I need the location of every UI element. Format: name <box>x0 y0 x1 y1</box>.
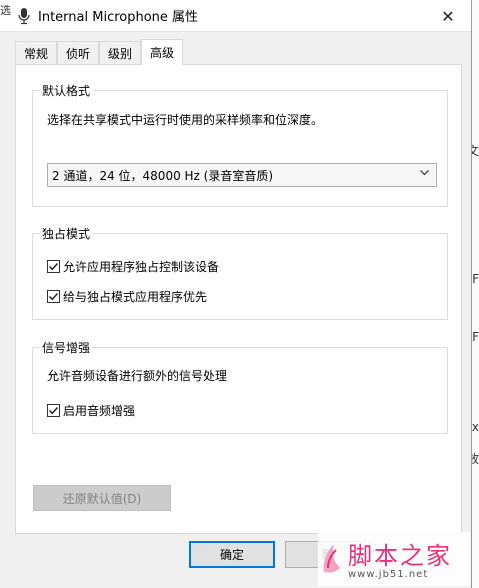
exclusive-priority-label[interactable]: 给与独占模式应用程序优先 <box>63 288 207 305</box>
ok-button[interactable]: 确定 <box>189 541 275 568</box>
exclusive-mode-group: 独占模式 允许应用程序独占控制该设备 给与独占模式应用程序优先 <box>32 225 448 320</box>
window-title: Internal Microphone 属性 <box>38 10 199 25</box>
sample-rate-selected-value: 2 通道，24 位，48000 Hz (录音室音质) <box>52 168 274 183</box>
sample-rate-dropdown[interactable]: 2 通道，24 位，48000 Hz (录音室音质) <box>47 163 437 187</box>
close-icon[interactable]: ✕ <box>437 6 459 26</box>
watermark-logo-icon <box>320 538 346 581</box>
tab-bar: 常规 侦听 级别 高级 <box>15 39 184 65</box>
enable-audio-enhancement-label[interactable]: 启用音频增强 <box>63 402 135 419</box>
watermark-title: 脚本之家 <box>348 542 452 570</box>
default-format-legend: 默认格式 <box>39 82 94 99</box>
default-format-description: 选择在共享模式中运行时使用的采样频率和位深度。 <box>47 113 324 127</box>
signal-enhancement-description: 允许音频设备进行额外的信号处理 <box>47 369 228 383</box>
background-text-fragment: x <box>471 420 479 434</box>
signal-enhancement-group: 信号增强 允许音频设备进行额外的信号处理 启用音频增强 <box>32 339 448 434</box>
properties-dialog: 选 Internal Microphone 属性 ✕ 常规 侦听 级别 高级 默… <box>0 0 472 588</box>
watermark-url: www.jb51.net <box>348 569 429 580</box>
exclusive-priority-option[interactable]: 给与独占模式应用程序优先 <box>47 288 207 305</box>
background-text-fragment: F <box>472 330 479 344</box>
default-format-group: 默认格式 选择在共享模式中运行时使用的采样频率和位深度。 2 通道，24 位，4… <box>32 82 448 207</box>
tab-listen[interactable]: 侦听 <box>57 41 100 65</box>
advanced-tab-panel: 默认格式 选择在共享模式中运行时使用的采样频率和位深度。 2 通道，24 位，4… <box>15 64 462 534</box>
exclusive-priority-checkbox[interactable] <box>47 290 60 303</box>
allow-exclusive-control-option[interactable]: 允许应用程序独占控制该设备 <box>47 258 219 275</box>
restore-defaults-button[interactable]: 还原默认值(D) <box>33 485 171 511</box>
tab-levels[interactable]: 级别 <box>99 41 142 65</box>
chevron-down-icon <box>419 167 430 181</box>
allow-exclusive-control-checkbox[interactable] <box>47 260 60 273</box>
microphone-icon <box>16 6 32 26</box>
tab-general[interactable]: 常规 <box>15 41 58 65</box>
background-text-fragment: F <box>472 272 479 286</box>
watermark: 脚本之家 www.jb51.net <box>318 532 470 586</box>
allow-exclusive-control-label[interactable]: 允许应用程序独占控制该设备 <box>63 258 219 275</box>
enable-audio-enhancement-option[interactable]: 启用音频增强 <box>47 402 135 419</box>
signal-enhancement-legend: 信号增强 <box>39 339 94 356</box>
background-text-fragment: 选 <box>0 4 11 17</box>
title-bar[interactable]: 选 Internal Microphone 属性 ✕ <box>0 0 471 32</box>
enable-audio-enhancement-checkbox[interactable] <box>47 404 60 417</box>
exclusive-mode-legend: 独占模式 <box>39 225 94 242</box>
tab-advanced[interactable]: 高级 <box>141 39 184 65</box>
